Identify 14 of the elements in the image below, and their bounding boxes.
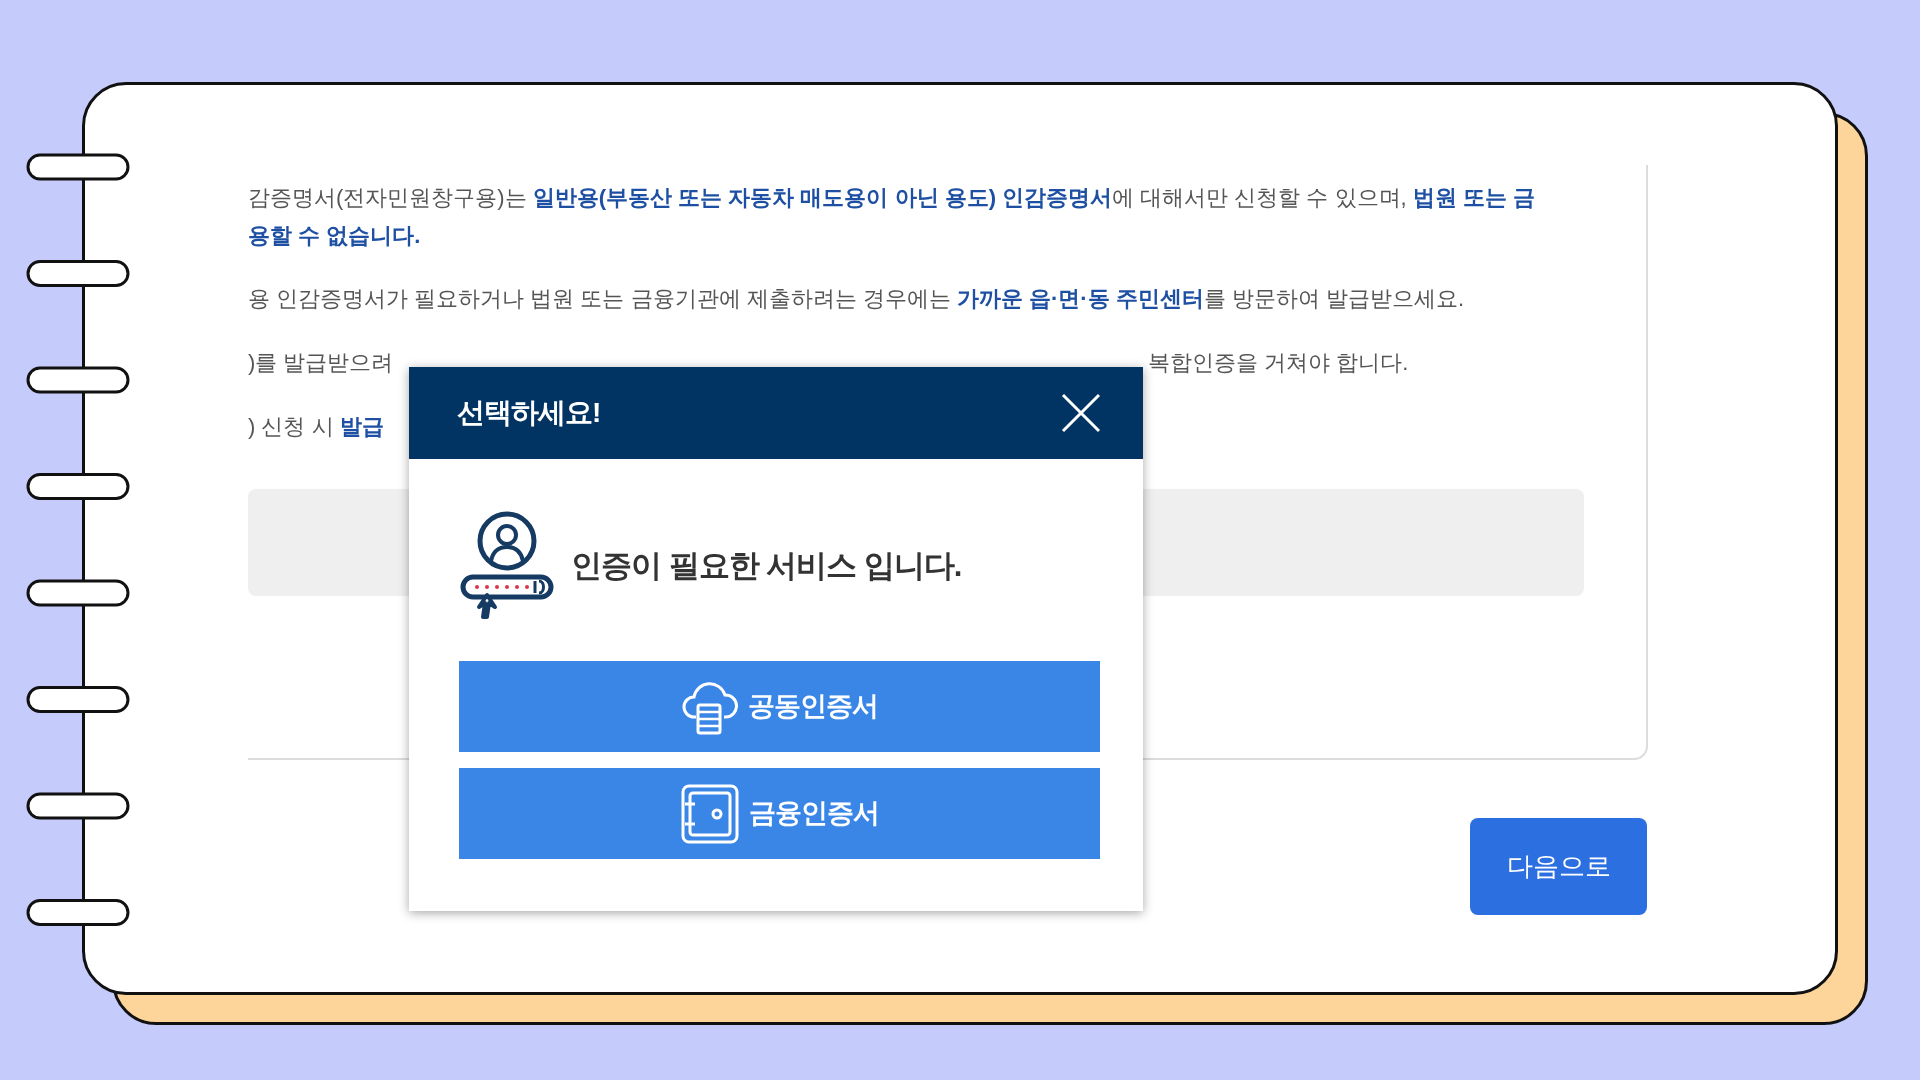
notice-text: 용 인감증명서가 필요하거나 법원 또는 금융기관에 제출하려는 경우에는 가까운 읍·면·동 주민센터를 방문하여 발급받으세요. <box>248 285 1465 313</box>
notice-text: 감증명서(전자민원창구용)는 일반용(부동산 또는 자동차 매도용이 아닌 용도) 인감증명서에 대해서만 신청할 수 있으며, 법원 또는 금 <box>248 184 1535 212</box>
close-button[interactable] <box>1059 391 1103 435</box>
certificate-button[interactable]: 공동인증서 <box>459 661 1100 752</box>
notice-text: ) 신청 시 발급 <box>248 413 384 441</box>
certificate-button[interactable]: 금융인증서 <box>459 768 1100 859</box>
notice-text: 복합인증을 거쳐야 합니다. <box>1148 349 1409 377</box>
user-password-icon <box>459 511 555 621</box>
modal-title: 선택하세요! <box>457 396 601 430</box>
notice-text: )를 발급받으려 <box>248 349 394 377</box>
notice-text: 용할 수 없습니다. <box>248 222 421 250</box>
safe-icon <box>680 783 739 844</box>
modal-message: 인증이 필요한 서비스 입니다. <box>571 546 962 585</box>
next-button[interactable]: 다음으로 <box>1470 818 1647 915</box>
